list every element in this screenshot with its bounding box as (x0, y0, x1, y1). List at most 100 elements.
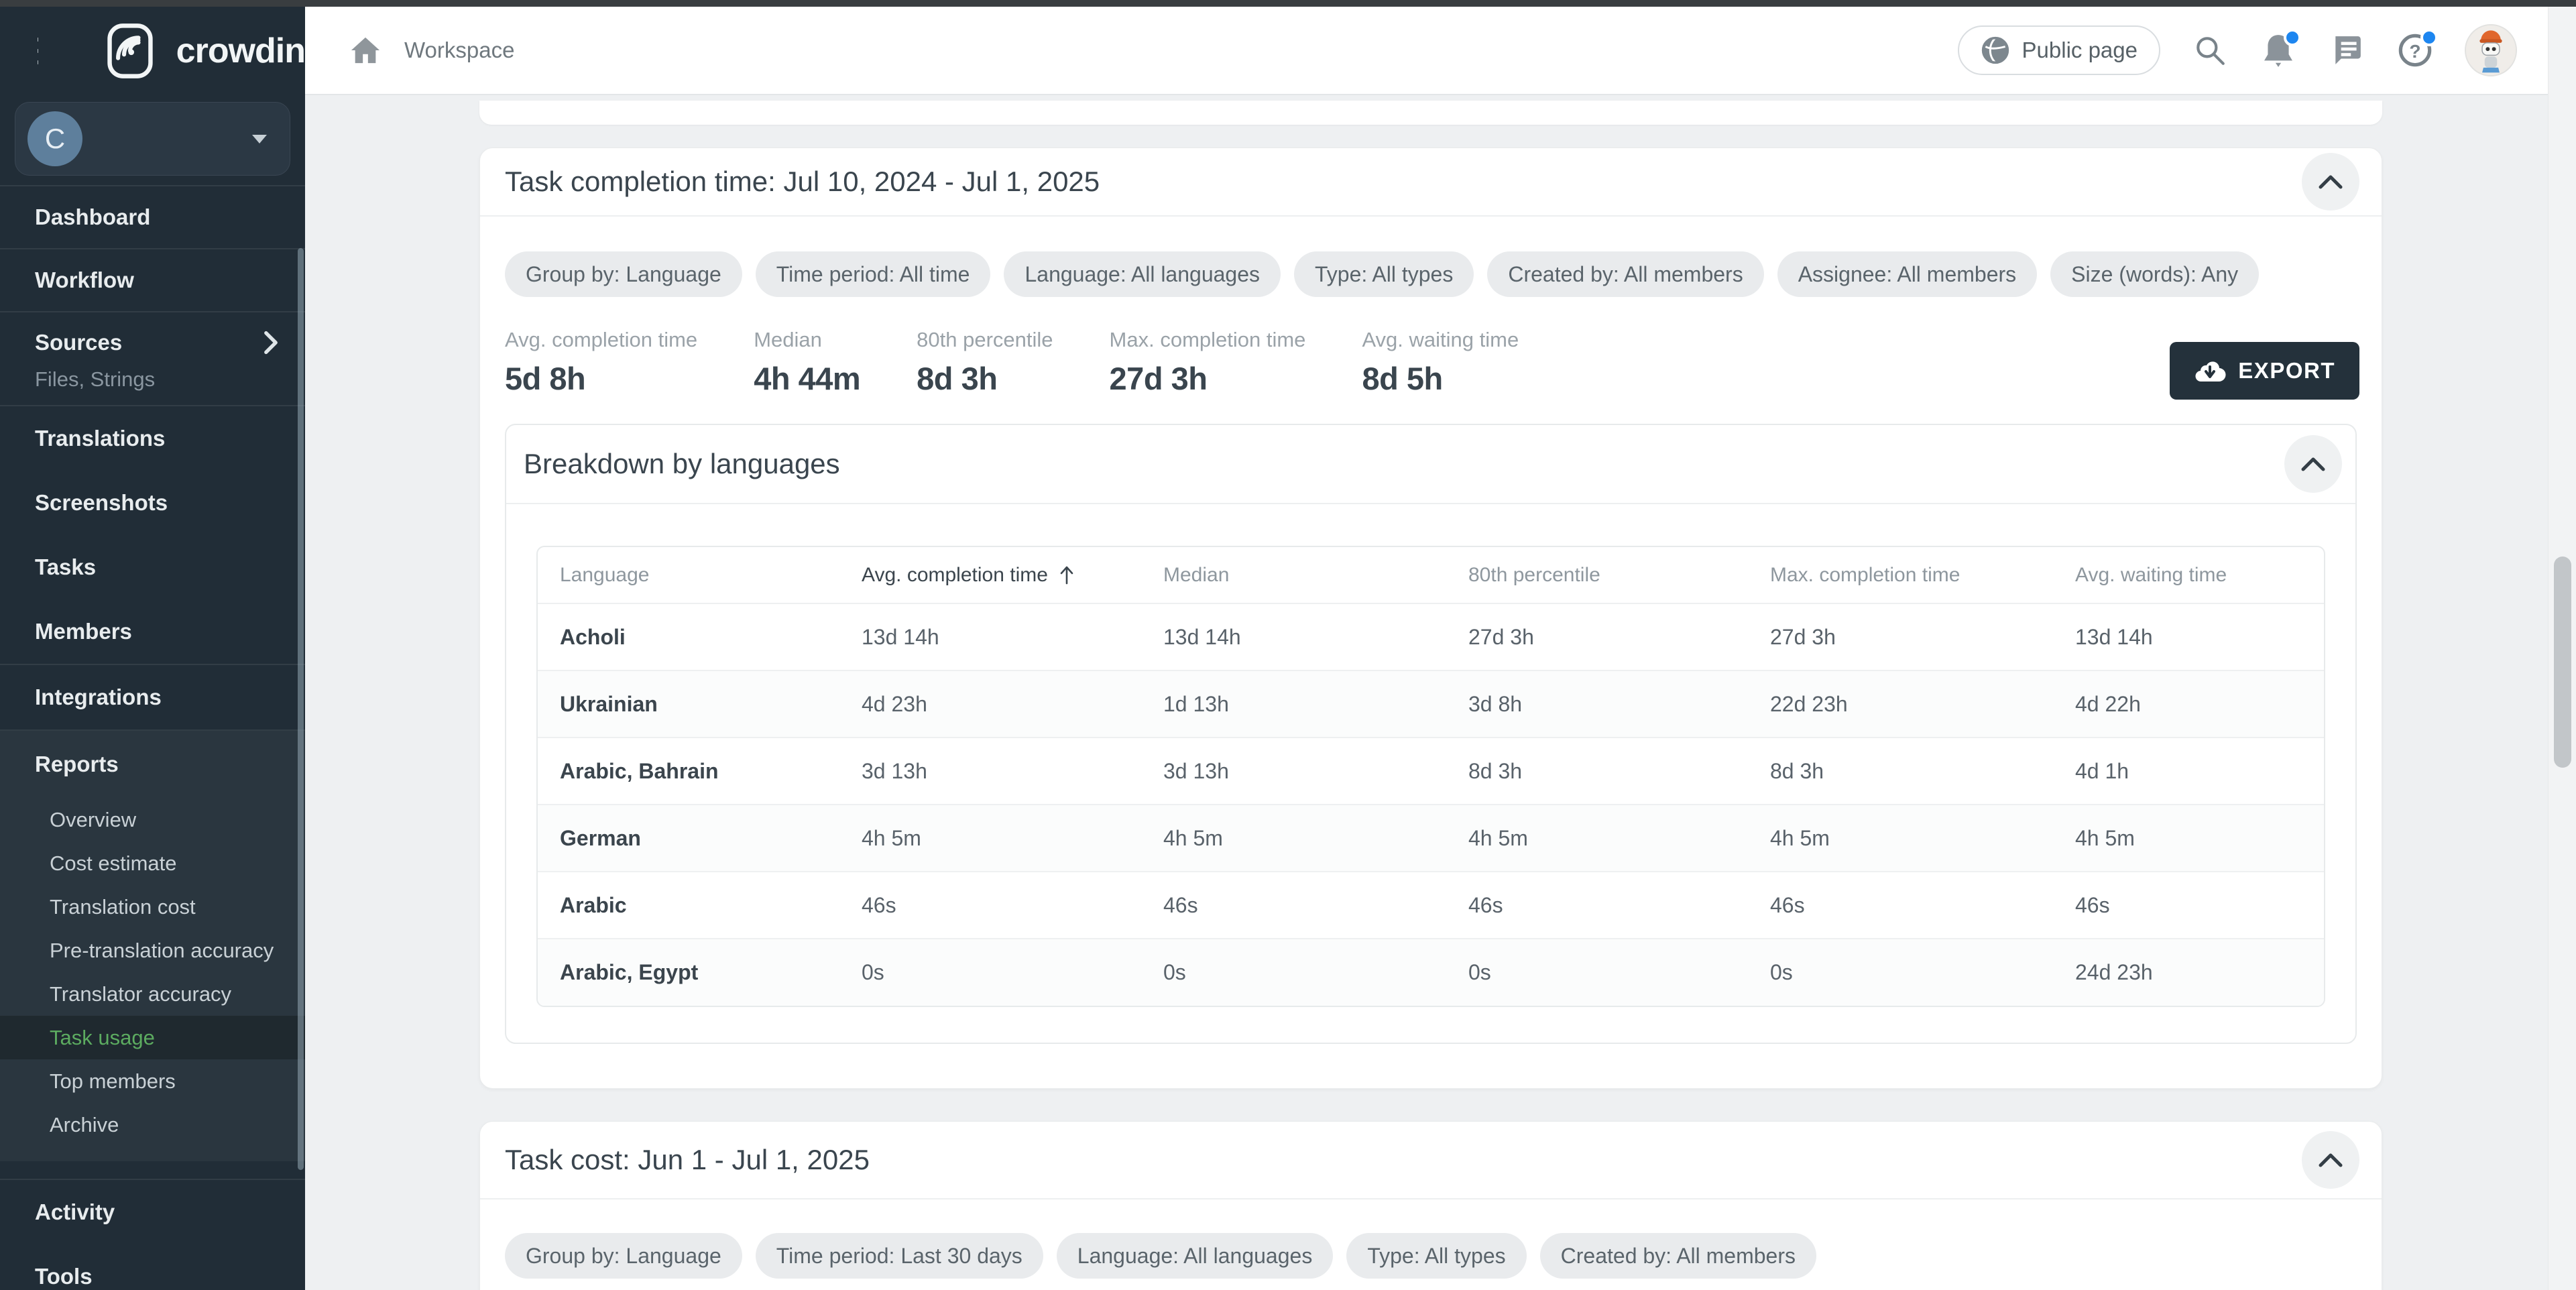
sidebar-item-tasks[interactable]: Tasks (0, 535, 305, 599)
caret-down-icon (252, 135, 267, 143)
column-median[interactable]: Median (1141, 547, 1446, 603)
public-page-button[interactable]: Public page (1958, 25, 2160, 75)
sidebar-item-translations[interactable]: Translations (0, 406, 305, 471)
collapse-task-cost-button[interactable] (2302, 1131, 2359, 1189)
filter-created-by[interactable]: Created by: All members (1487, 251, 1763, 297)
sidebar-item-reports-archive[interactable]: Archive (0, 1103, 305, 1147)
chevron-up-icon (2319, 1153, 2343, 1167)
filter-time-period[interactable]: Time period: Last 30 days (756, 1233, 1043, 1279)
bell-icon[interactable] (2260, 32, 2297, 69)
sidebar-item-members[interactable]: Members (0, 599, 305, 664)
sidebar-item-sources-subtitle: Files, Strings (35, 367, 278, 392)
collapsed-card-bottom (479, 101, 2382, 125)
task-completion-title: Task completion time: Jul 10, 2024 - Jul… (505, 166, 1100, 198)
table-row-ukrainian: Ukrainian 4d 23h 1d 13h 3d 8h 22d 23h 4d… (538, 670, 2324, 738)
collapse-breakdown-button[interactable] (2284, 435, 2342, 493)
filter-language[interactable]: Language: All languages (1057, 1233, 1334, 1279)
sidebar-item-workflow[interactable]: Workflow (0, 249, 305, 311)
breakdown-table: Language Avg. completion time Median 80t… (536, 546, 2325, 1007)
sidebar-item-reports-cost-estimate[interactable]: Cost estimate (0, 841, 305, 885)
table-row-german: German 4h 5m 4h 5m 4h 5m 4h 5m 4h 5m (538, 805, 2324, 872)
search-icon[interactable] (2191, 32, 2229, 69)
task-cost-title: Task cost: Jun 1 - Jul 1, 2025 (505, 1144, 870, 1176)
breakdown-title: Breakdown by languages (524, 448, 840, 480)
task-cost-filters: Group by: Language Time period: Last 30 … (505, 1233, 2357, 1279)
chevron-up-icon (2301, 457, 2325, 471)
filter-size-words[interactable]: Size (words): Any (2050, 251, 2259, 297)
brand-wordmark: crowdin (176, 31, 305, 71)
task-completion-stats: Avg. completion time 5d 8h Median 4h 44m… (505, 328, 2357, 397)
user-avatar[interactable] (2465, 24, 2517, 76)
topbar: Workspace Public page ? (305, 7, 2548, 95)
table-header-row: Language Avg. completion time Median 80t… (538, 547, 2324, 603)
sidebar-item-screenshots[interactable]: Screenshots (0, 471, 305, 535)
table-row-arabic: Arabic 46s 46s 46s 46s 46s (538, 872, 2324, 939)
filter-type[interactable]: Type: All types (1294, 251, 1474, 297)
sidebar-item-sources[interactable]: Sources Files, Strings (0, 312, 305, 405)
home-icon[interactable] (347, 32, 384, 69)
sidebar-item-reports-task-usage[interactable]: Task usage (0, 1016, 305, 1059)
stat-80th-percentile: 80th percentile 8d 3h (917, 328, 1053, 397)
sidebar-item-reports-pre-translation-accuracy[interactable]: Pre-translation accuracy (0, 929, 305, 972)
crowdin-logo-icon (101, 22, 159, 80)
column-80th-percentile[interactable]: 80th percentile (1446, 547, 1748, 603)
sidebar-reports-group: Reports Overview Cost estimate Translati… (0, 731, 305, 1161)
column-avg-completion-time[interactable]: Avg. completion time (839, 547, 1141, 603)
crowdin-logo[interactable]: crowdin (101, 22, 305, 80)
filter-group-by[interactable]: Group by: Language (505, 251, 742, 297)
sidebar-item-reports-translation-cost[interactable]: Translation cost (0, 885, 305, 929)
cloud-download-icon (2194, 359, 2226, 383)
sidebar-item-activity[interactable]: Activity (0, 1180, 305, 1244)
sidebar-scrollbar-thumb[interactable] (298, 248, 304, 1170)
main-content: Task completion time: Jul 10, 2024 - Jul… (305, 95, 2548, 1290)
table-row-arabic-bahrain: Arabic, Bahrain 3d 13h 3d 13h 8d 3h 8d 3… (538, 738, 2324, 805)
topbar-actions: Public page ? (1958, 24, 2517, 76)
filter-group-by[interactable]: Group by: Language (505, 1233, 742, 1279)
stat-avg-completion-time: Avg. completion time 5d 8h (505, 328, 697, 397)
project-avatar: C (27, 111, 82, 166)
sidebar: crowdin C Dashboard Workflow Sources Fil… (0, 7, 305, 1290)
filter-created-by[interactable]: Created by: All members (1540, 1233, 1816, 1279)
task-cost-header: Task cost: Jun 1 - Jul 1, 2025 (480, 1122, 2382, 1199)
task-cost-card: Task cost: Jun 1 - Jul 1, 2025 Group by:… (479, 1121, 2382, 1290)
sidebar-item-reports[interactable]: Reports (0, 731, 305, 798)
collapse-task-completion-button[interactable] (2302, 153, 2359, 211)
sidebar-header: crowdin (0, 7, 305, 95)
breakdown-by-languages-card: Breakdown by languages Language (505, 424, 2357, 1044)
project-selector[interactable]: C (15, 102, 290, 176)
filter-assignee[interactable]: Assignee: All members (1777, 251, 2037, 297)
filter-time-period[interactable]: Time period: All time (756, 251, 991, 297)
task-completion-card: Task completion time: Jul 10, 2024 - Jul… (479, 148, 2382, 1089)
sidebar-item-dashboard[interactable]: Dashboard (0, 186, 305, 248)
table-row-acholi: Acholi 13d 14h 13d 14h 27d 3h 27d 3h 13d… (538, 603, 2324, 670)
sidebar-item-reports-translator-accuracy[interactable]: Translator accuracy (0, 972, 305, 1016)
stat-median: Median 4h 44m (754, 328, 860, 397)
sidebar-item-tools[interactable]: Tools (0, 1244, 305, 1290)
chevron-up-icon (2319, 174, 2343, 189)
svg-text:?: ? (2409, 41, 2420, 62)
sidebar-nav: Dashboard Workflow Sources Files, String… (0, 186, 305, 1290)
window-top-strip (0, 0, 2576, 7)
column-avg-waiting-time[interactable]: Avg. waiting time (2053, 547, 2324, 603)
sidebar-item-integrations[interactable]: Integrations (0, 665, 305, 729)
column-max-completion-time[interactable]: Max. completion time (1748, 547, 2053, 603)
chat-icon[interactable] (2328, 32, 2365, 69)
stat-avg-waiting-time: Avg. waiting time 8d 5h (1362, 328, 1519, 397)
breadcrumb-workspace[interactable]: Workspace (404, 38, 514, 63)
stat-max-completion-time: Max. completion time 27d 3h (1110, 328, 1306, 397)
sidebar-item-reports-top-members[interactable]: Top members (0, 1059, 305, 1103)
breakdown-header: Breakdown by languages (506, 425, 2355, 504)
help-icon[interactable]: ? (2396, 32, 2434, 69)
page-scrollbar[interactable] (2548, 7, 2576, 1290)
column-language[interactable]: Language (538, 547, 839, 603)
page-scrollbar-thumb[interactable] (2554, 556, 2571, 768)
table-row-arabic-egypt: Arabic, Egypt 0s 0s 0s 0s 24d 23h (538, 939, 2324, 1006)
notification-badge (2284, 29, 2301, 46)
export-button[interactable]: EXPORT (2170, 342, 2359, 400)
task-completion-filters: Group by: Language Time period: All time… (505, 251, 2357, 297)
filter-language[interactable]: Language: All languages (1004, 251, 1281, 297)
sidebar-item-reports-overview[interactable]: Overview (0, 798, 305, 841)
filter-type[interactable]: Type: All types (1346, 1233, 1526, 1279)
task-completion-body: Group by: Language Time period: All time… (480, 251, 2382, 1044)
globe-icon (1981, 36, 2010, 65)
